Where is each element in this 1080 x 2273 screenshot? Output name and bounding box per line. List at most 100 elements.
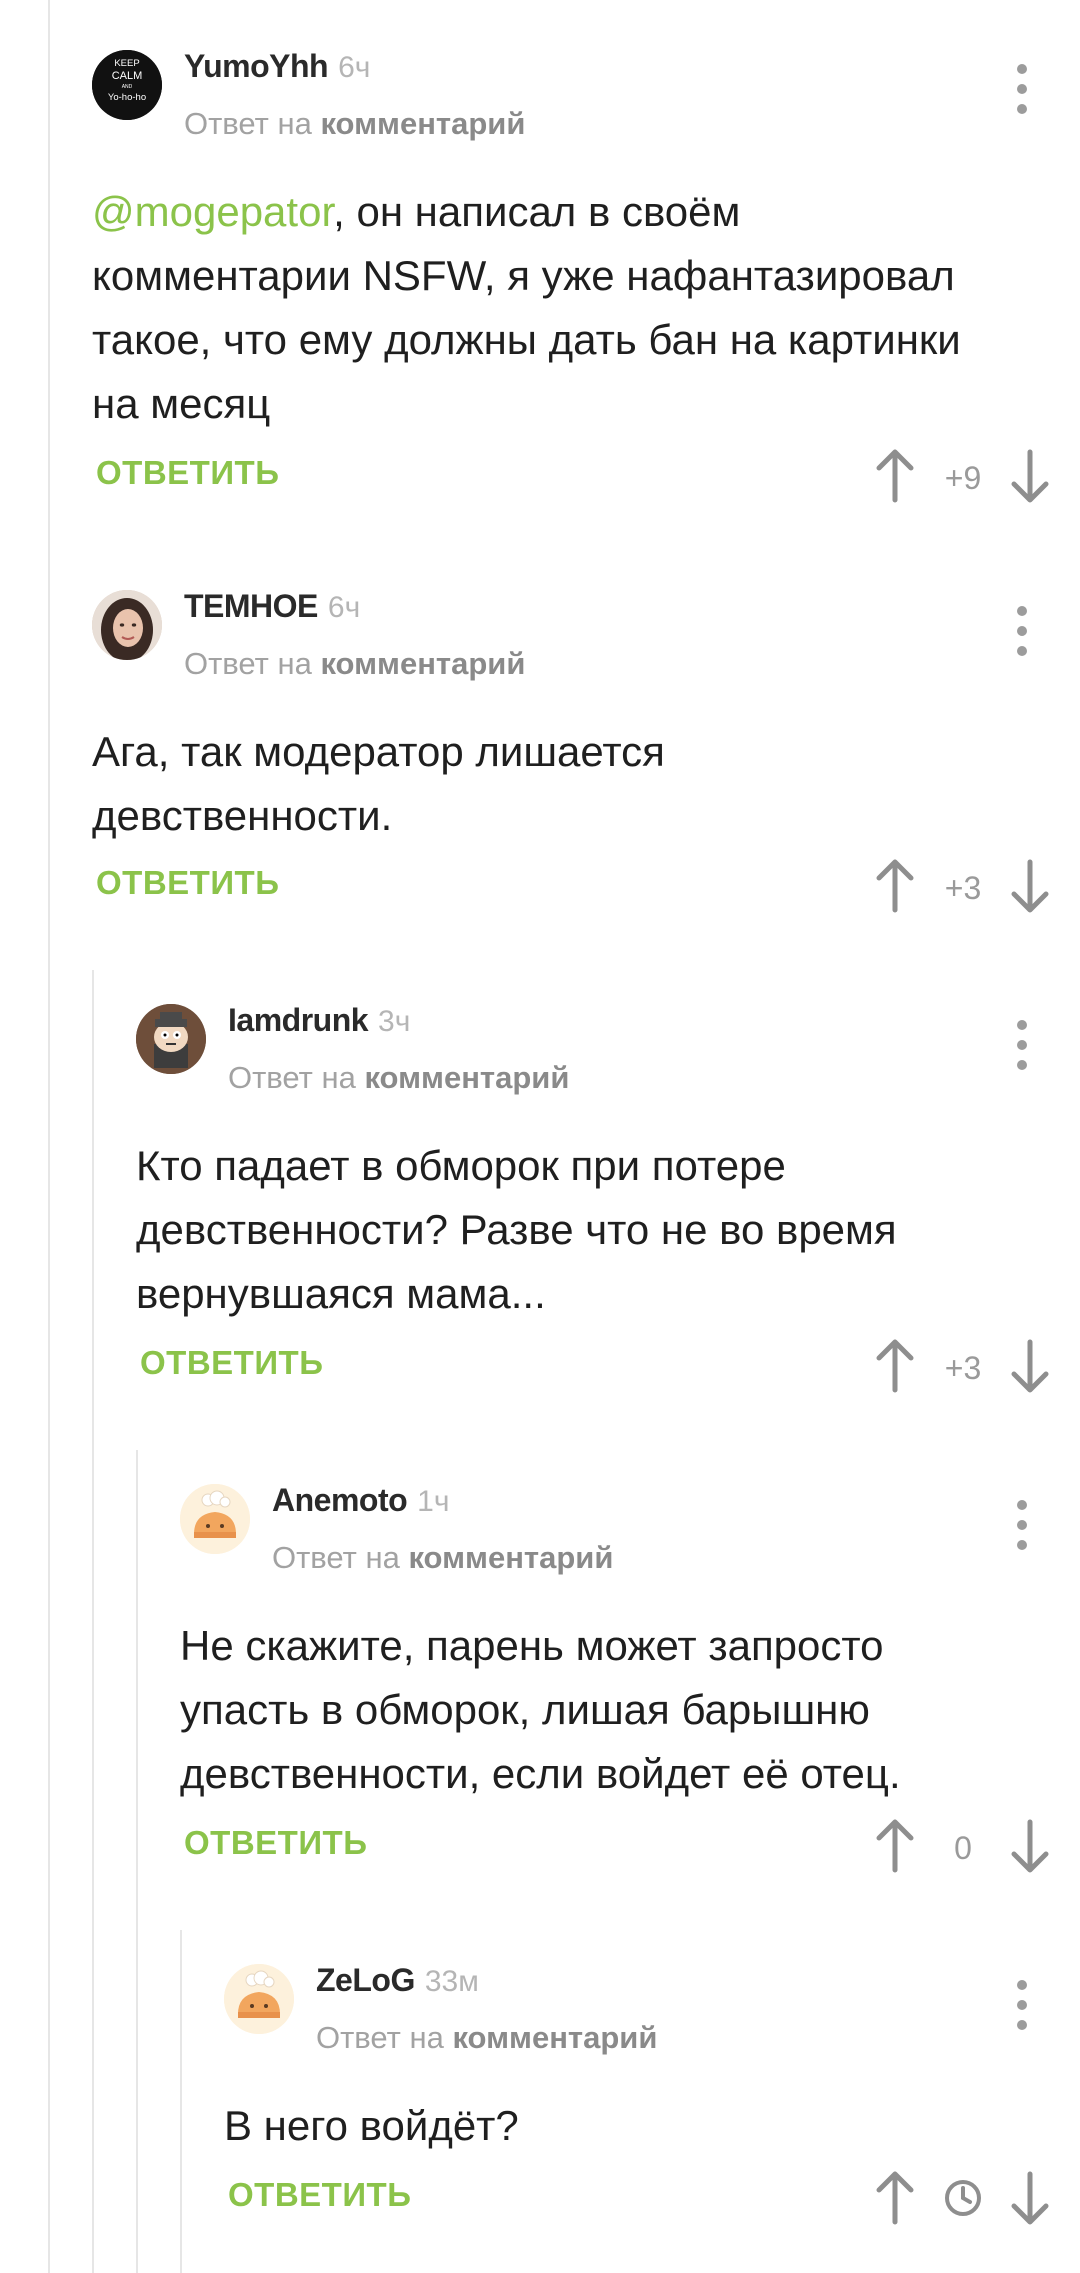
user-mention-link[interactable]: @mogepator <box>92 188 333 235</box>
avatar[interactable] <box>180 1484 250 1554</box>
reply-button[interactable]: ОТВЕТИТЬ <box>96 454 279 492</box>
clock-icon <box>945 2180 981 2216</box>
downvote-arrow-icon[interactable] <box>1010 2170 1050 2226</box>
more-options-icon[interactable] <box>1012 64 1032 114</box>
comment-header: ZeLoG 33м Ответ на комментарий <box>224 1962 1080 2094</box>
avatar-keep-calm-image: KEEP CALM AND Yo-ho-ho <box>92 50 162 120</box>
avatar-default-image <box>180 1484 250 1554</box>
comment-header: Iamdrunk 3ч Ответ на комментарий <box>136 1002 1080 1134</box>
comment-header: KEEP CALM AND Yo-ho-ho YumoYhh 6ч Ответ н… <box>92 48 1080 180</box>
downvote-arrow-icon[interactable] <box>1010 1818 1050 1874</box>
more-options-icon[interactable] <box>1012 606 1032 656</box>
reply-to-prefix: Ответ на <box>228 1060 356 1095</box>
avatar-default-image <box>224 1964 294 2034</box>
author-name[interactable]: ZeLoG <box>316 1962 415 1998</box>
comment-actions: ОТВЕТИТЬ +3 <box>136 1334 1080 1404</box>
downvote-arrow-icon[interactable] <box>1010 1338 1050 1394</box>
upvote-arrow-icon[interactable] <box>875 858 915 914</box>
vote-controls: +3 <box>875 854 1050 924</box>
reply-to-line: Ответ на комментарий <box>272 1540 613 1576</box>
more-options-icon[interactable] <box>1012 1020 1032 1070</box>
thread-line-level-0 <box>48 0 50 2273</box>
downvote-arrow-icon[interactable] <box>1010 448 1050 504</box>
upvote-arrow-icon[interactable] <box>875 448 915 504</box>
reply-button[interactable]: ОТВЕТИТЬ <box>228 2176 411 2214</box>
svg-text:CALM: CALM <box>112 70 143 82</box>
reply-to-link[interactable]: комментарий <box>320 646 525 681</box>
reply-to-prefix: Ответ на <box>184 646 312 681</box>
avatar[interactable] <box>92 590 162 660</box>
downvote-arrow-icon[interactable] <box>1010 858 1050 914</box>
comment: Iamdrunk 3ч Ответ на комментарий Кто пада… <box>136 1002 1080 1404</box>
comment-time: 33м <box>424 1965 479 1998</box>
rating-score: +3 <box>944 1350 982 1386</box>
upvote-arrow-icon[interactable] <box>875 1818 915 1874</box>
comment: ZeLoG 33м Ответ на комментарий В него вой… <box>224 1962 1080 2236</box>
comment-time: 6ч <box>327 591 361 624</box>
thread-line-level-1 <box>92 970 94 2273</box>
reply-to-prefix: Ответ на <box>184 106 312 141</box>
svg-text:KEEP: KEEP <box>114 58 139 69</box>
author-line: ZeLoG 33м <box>316 1962 479 1999</box>
author-line: Anemoto 1ч <box>272 1482 449 1519</box>
reply-button[interactable]: ОТВЕТИТЬ <box>96 864 279 902</box>
reply-button[interactable]: ОТВЕТИТЬ <box>140 1344 323 1382</box>
upvote-arrow-icon[interactable] <box>875 2170 915 2226</box>
comment-text: Ага, так модератор лишается девственност… <box>92 728 665 839</box>
author-name[interactable]: Anemoto <box>272 1482 408 1518</box>
author-line: YumoYhh 6ч <box>184 48 370 85</box>
comment-text: В него войдёт? <box>224 2102 519 2149</box>
avatar-photo-image <box>92 590 162 660</box>
vote-controls: +9 <box>875 444 1050 514</box>
comment-header: ТЕМНОЕ 6ч Ответ на комментарий <box>92 588 1080 720</box>
vote-controls: +3 <box>875 1334 1050 1404</box>
reply-to-link[interactable]: комментарий <box>452 2020 657 2055</box>
avatar-cartoon-image <box>136 1004 206 1074</box>
comment-time: 1ч <box>417 1485 450 1518</box>
avatar[interactable] <box>136 1004 206 1074</box>
author-line: Iamdrunk 3ч <box>228 1002 410 1039</box>
reply-to-line: Ответ на комментарий <box>316 2020 657 2056</box>
more-options-icon[interactable] <box>1012 1980 1032 2030</box>
comment-actions: ОТВЕТИТЬ +3 <box>92 854 1080 924</box>
comment-text: Не скажите, парень может запросто упасть… <box>180 1622 901 1797</box>
comment-actions: ОТВЕТИТЬ +9 <box>92 444 1080 514</box>
vote-controls <box>875 2166 1050 2236</box>
reply-to-link[interactable]: комментарий <box>320 106 525 141</box>
comment-header: Anemoto 1ч Ответ на комментарий <box>180 1482 1080 1614</box>
reply-button[interactable]: ОТВЕТИТЬ <box>184 1824 367 1862</box>
reply-to-line: Ответ на комментарий <box>184 646 525 682</box>
author-name[interactable]: Iamdrunk <box>228 1002 369 1038</box>
comment: Anemoto 1ч Ответ на комментарий Не скажит… <box>180 1482 1080 1884</box>
comment-actions: ОТВЕТИТЬ 0 <box>180 1814 1080 1884</box>
comment: KEEP CALM AND Yo-ho-ho YumoYhh 6ч Ответ н… <box>92 48 1080 514</box>
comments-thread: KEEP CALM AND Yo-ho-ho YumoYhh 6ч Ответ н… <box>0 0 1080 2273</box>
reply-to-line: Ответ на комментарий <box>184 106 525 142</box>
rating-score: +3 <box>944 870 982 906</box>
svg-text:AND: AND <box>122 84 133 90</box>
thread-line-level-3 <box>180 1930 182 2273</box>
rating-score: +9 <box>944 460 982 496</box>
author-line: ТЕМНОЕ 6ч <box>184 588 360 625</box>
upvote-arrow-icon[interactable] <box>875 1338 915 1394</box>
comment-text: @mogepator, он написал в своём комментар… <box>92 180 1032 436</box>
author-name[interactable]: YumoYhh <box>184 48 329 84</box>
reply-to-link[interactable]: комментарий <box>364 1060 569 1095</box>
thread-line-level-2 <box>136 1450 138 2273</box>
avatar[interactable] <box>224 1964 294 2034</box>
comment: ТЕМНОЕ 6ч Ответ на комментарий Ага, так м… <box>92 588 1080 924</box>
reply-to-line: Ответ на комментарий <box>228 1060 569 1096</box>
rating-score: 0 <box>954 1830 972 1866</box>
comment-time: 3ч <box>378 1005 411 1038</box>
author-name[interactable]: ТЕМНОЕ <box>184 588 318 624</box>
vote-controls: 0 <box>875 1814 1050 1884</box>
comment-time: 6ч <box>338 51 371 84</box>
reply-to-prefix: Ответ на <box>316 2020 444 2055</box>
svg-text:Yo-ho-ho: Yo-ho-ho <box>108 92 146 103</box>
more-options-icon[interactable] <box>1012 1500 1032 1550</box>
comment-actions: ОТВЕТИТЬ <box>224 2166 1080 2236</box>
avatar[interactable]: KEEP CALM AND Yo-ho-ho <box>92 50 162 120</box>
comment-text: Кто падает в обморок при потере девствен… <box>136 1142 897 1317</box>
reply-to-link[interactable]: комментарий <box>408 1540 613 1575</box>
reply-to-prefix: Ответ на <box>272 1540 400 1575</box>
